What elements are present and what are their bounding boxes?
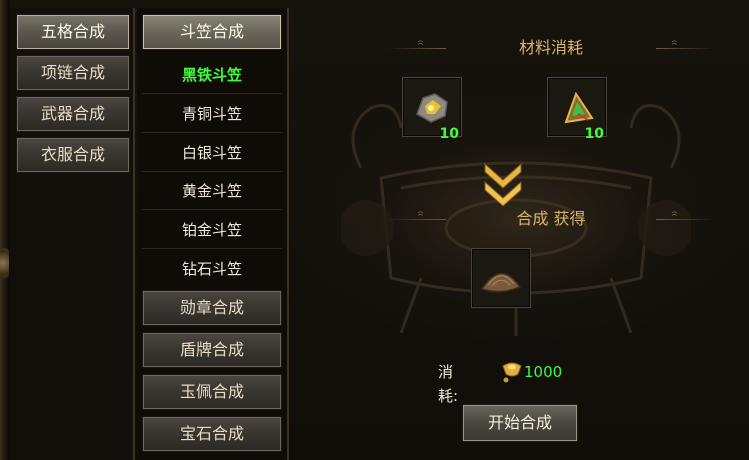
- item-bronze-hat[interactable]: 青铜斗笠: [142, 95, 282, 133]
- category-weapon[interactable]: 武器合成: [16, 96, 130, 132]
- item-silver-hat[interactable]: 白银斗笠: [142, 134, 282, 172]
- ore-icon: [416, 93, 448, 123]
- cost-label: 消耗:: [438, 363, 459, 405]
- item-gold-hat[interactable]: 黄金斗笠: [142, 172, 282, 210]
- window-border: [0, 0, 10, 460]
- hat-fragment-icon: [564, 91, 594, 124]
- chevron-down-icon: [484, 162, 522, 207]
- black-iron-hat-icon: [480, 272, 522, 293]
- material-slot-ore[interactable]: 10: [402, 77, 462, 142]
- gold-ingot-icon: [502, 362, 522, 383]
- start-synthesis-button[interactable]: 开始合成: [462, 404, 578, 442]
- item-platinum-hat[interactable]: 铂金斗笠: [142, 211, 282, 249]
- synthesis-window: 五格合成 项链合成 武器合成 衣服合成 斗笠合成 黑铁斗笠 青铜斗笠 白银斗笠 …: [0, 0, 749, 460]
- divider: [656, 219, 716, 220]
- group-shield[interactable]: 盾牌合成: [142, 332, 282, 368]
- category-clothes[interactable]: 衣服合成: [16, 137, 130, 173]
- result-slot[interactable]: [471, 248, 531, 308]
- material-count: 10: [439, 126, 459, 142]
- materials-header: ꩰ 材料消耗 ꩰ: [386, 37, 716, 59]
- group-jade[interactable]: 玉佩合成: [142, 374, 282, 410]
- item-black-iron-hat[interactable]: 黑铁斗笠: [142, 56, 282, 94]
- material-count: 10: [584, 126, 604, 142]
- category-five-slot[interactable]: 五格合成: [16, 14, 130, 50]
- divider: [656, 48, 716, 49]
- material-slot-fragment[interactable]: 10: [547, 77, 607, 142]
- group-hat[interactable]: 斗笠合成: [142, 14, 282, 50]
- group-list: 斗笠合成 黑铁斗笠 青铜斗笠 白银斗笠 黄金斗笠 铂金斗笠 钻石斗笠 勋章合成 …: [137, 8, 289, 460]
- item-diamond-hat[interactable]: 钻石斗笠: [142, 250, 282, 288]
- category-list: 五格合成 项链合成 武器合成 衣服合成: [10, 8, 135, 460]
- result-header: ꩰ 合成 获得 ꩰ: [386, 208, 716, 230]
- group-medal[interactable]: 勋章合成: [142, 290, 282, 326]
- category-necklace[interactable]: 项链合成: [16, 55, 130, 91]
- synthesis-panel: ꩰ 材料消耗 ꩰ 10 10 ꩰ: [291, 8, 749, 460]
- group-gem[interactable]: 宝石合成: [142, 416, 282, 452]
- cost-value: 1000: [524, 363, 563, 381]
